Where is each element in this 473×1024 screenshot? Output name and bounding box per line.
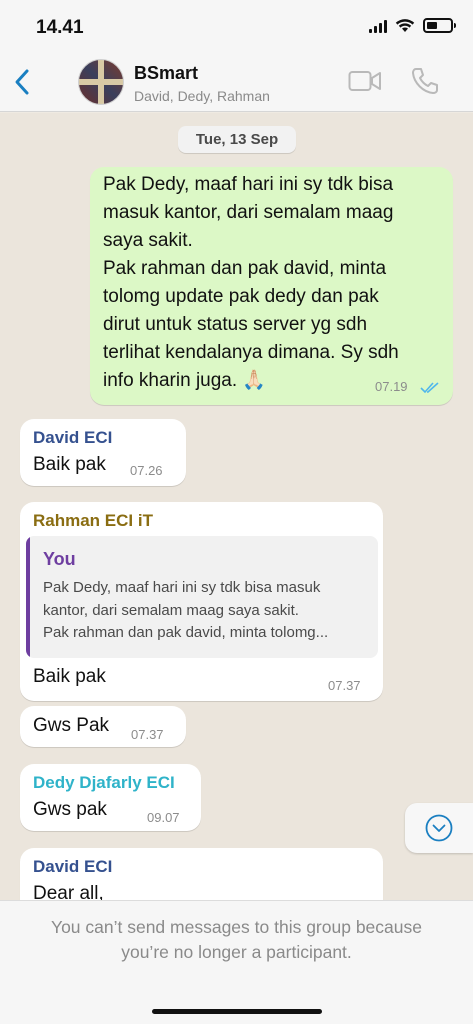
status-icons <box>369 18 456 33</box>
sender-name[interactable]: David ECI <box>33 428 112 448</box>
chevron-down-circle-icon <box>425 814 453 842</box>
status-bar: 14.41 <box>0 0 473 52</box>
message-text: Pak Dedy, maaf hari ini sy tdk bisa masu… <box>103 174 399 391</box>
quote-bar <box>26 536 30 658</box>
status-time: 14.41 <box>36 17 84 38</box>
message-bubble-incoming[interactable]: Gws Pak 07.37 <box>20 706 186 747</box>
group-members[interactable]: David, Dedy, Rahman <box>134 88 270 104</box>
quote-author: You <box>43 549 76 569</box>
battery-icon <box>423 18 456 33</box>
wifi-icon <box>395 19 415 32</box>
message-bubble-incoming[interactable]: Dedy Djafarly ECI Gws pak 09.07 <box>20 764 201 831</box>
message-text: Gws Pak <box>33 715 110 736</box>
sender-name[interactable]: Rahman ECI iT <box>33 511 153 531</box>
home-indicator[interactable] <box>152 1009 322 1014</box>
quoted-message[interactable]: You Pak Dedy, maaf hari ini sy tdk bisa … <box>26 536 378 658</box>
not-participant-notice: You can’t send messages to this group be… <box>51 917 422 962</box>
message-time: 09.07 <box>147 810 180 825</box>
footer: You can’t send messages to this group be… <box>0 900 473 1024</box>
message-text: Dear all, <box>33 883 104 900</box>
message-text: Gws pak <box>33 799 107 820</box>
sender-name[interactable]: Dedy Djafarly ECI <box>33 773 175 793</box>
read-receipt-icon <box>420 382 439 394</box>
quote-text: Pak Dedy, maaf hari ini sy tdk bisa masu… <box>43 579 329 641</box>
message-text: Baik pak <box>33 666 106 687</box>
message-bubble-incoming[interactable]: David ECI Dear all, <box>20 848 383 900</box>
group-avatar[interactable] <box>78 59 124 105</box>
message-time: 07.37 <box>328 678 361 693</box>
video-call-icon[interactable] <box>348 68 382 94</box>
message-time: 07.37 <box>131 727 164 742</box>
group-name[interactable]: BSmart <box>134 63 198 84</box>
sender-name[interactable]: David ECI <box>33 857 112 877</box>
chat-header: BSmart David, Dedy, Rahman <box>0 52 473 112</box>
back-chevron-icon[interactable] <box>10 66 34 98</box>
message-time: 07.26 <box>130 463 163 478</box>
phone-call-icon[interactable] <box>410 66 440 96</box>
scroll-to-bottom-button[interactable] <box>405 803 473 853</box>
message-bubble-incoming[interactable]: Rahman ECI iT You Pak Dedy, maaf hari in… <box>20 502 383 701</box>
chat-area[interactable]: Tue, 13 Sep Pak Dedy, maaf hari ini sy t… <box>0 113 473 900</box>
message-text: Baik pak <box>33 454 106 475</box>
cellular-signal-icon <box>369 19 387 33</box>
date-pill: Tue, 13 Sep <box>178 126 296 153</box>
message-bubble-incoming[interactable]: David ECI Baik pak 07.26 <box>20 419 186 486</box>
message-bubble-outgoing[interactable]: Pak Dedy, maaf hari ini sy tdk bisa masu… <box>90 167 453 405</box>
message-time: 07.19 <box>375 379 408 394</box>
